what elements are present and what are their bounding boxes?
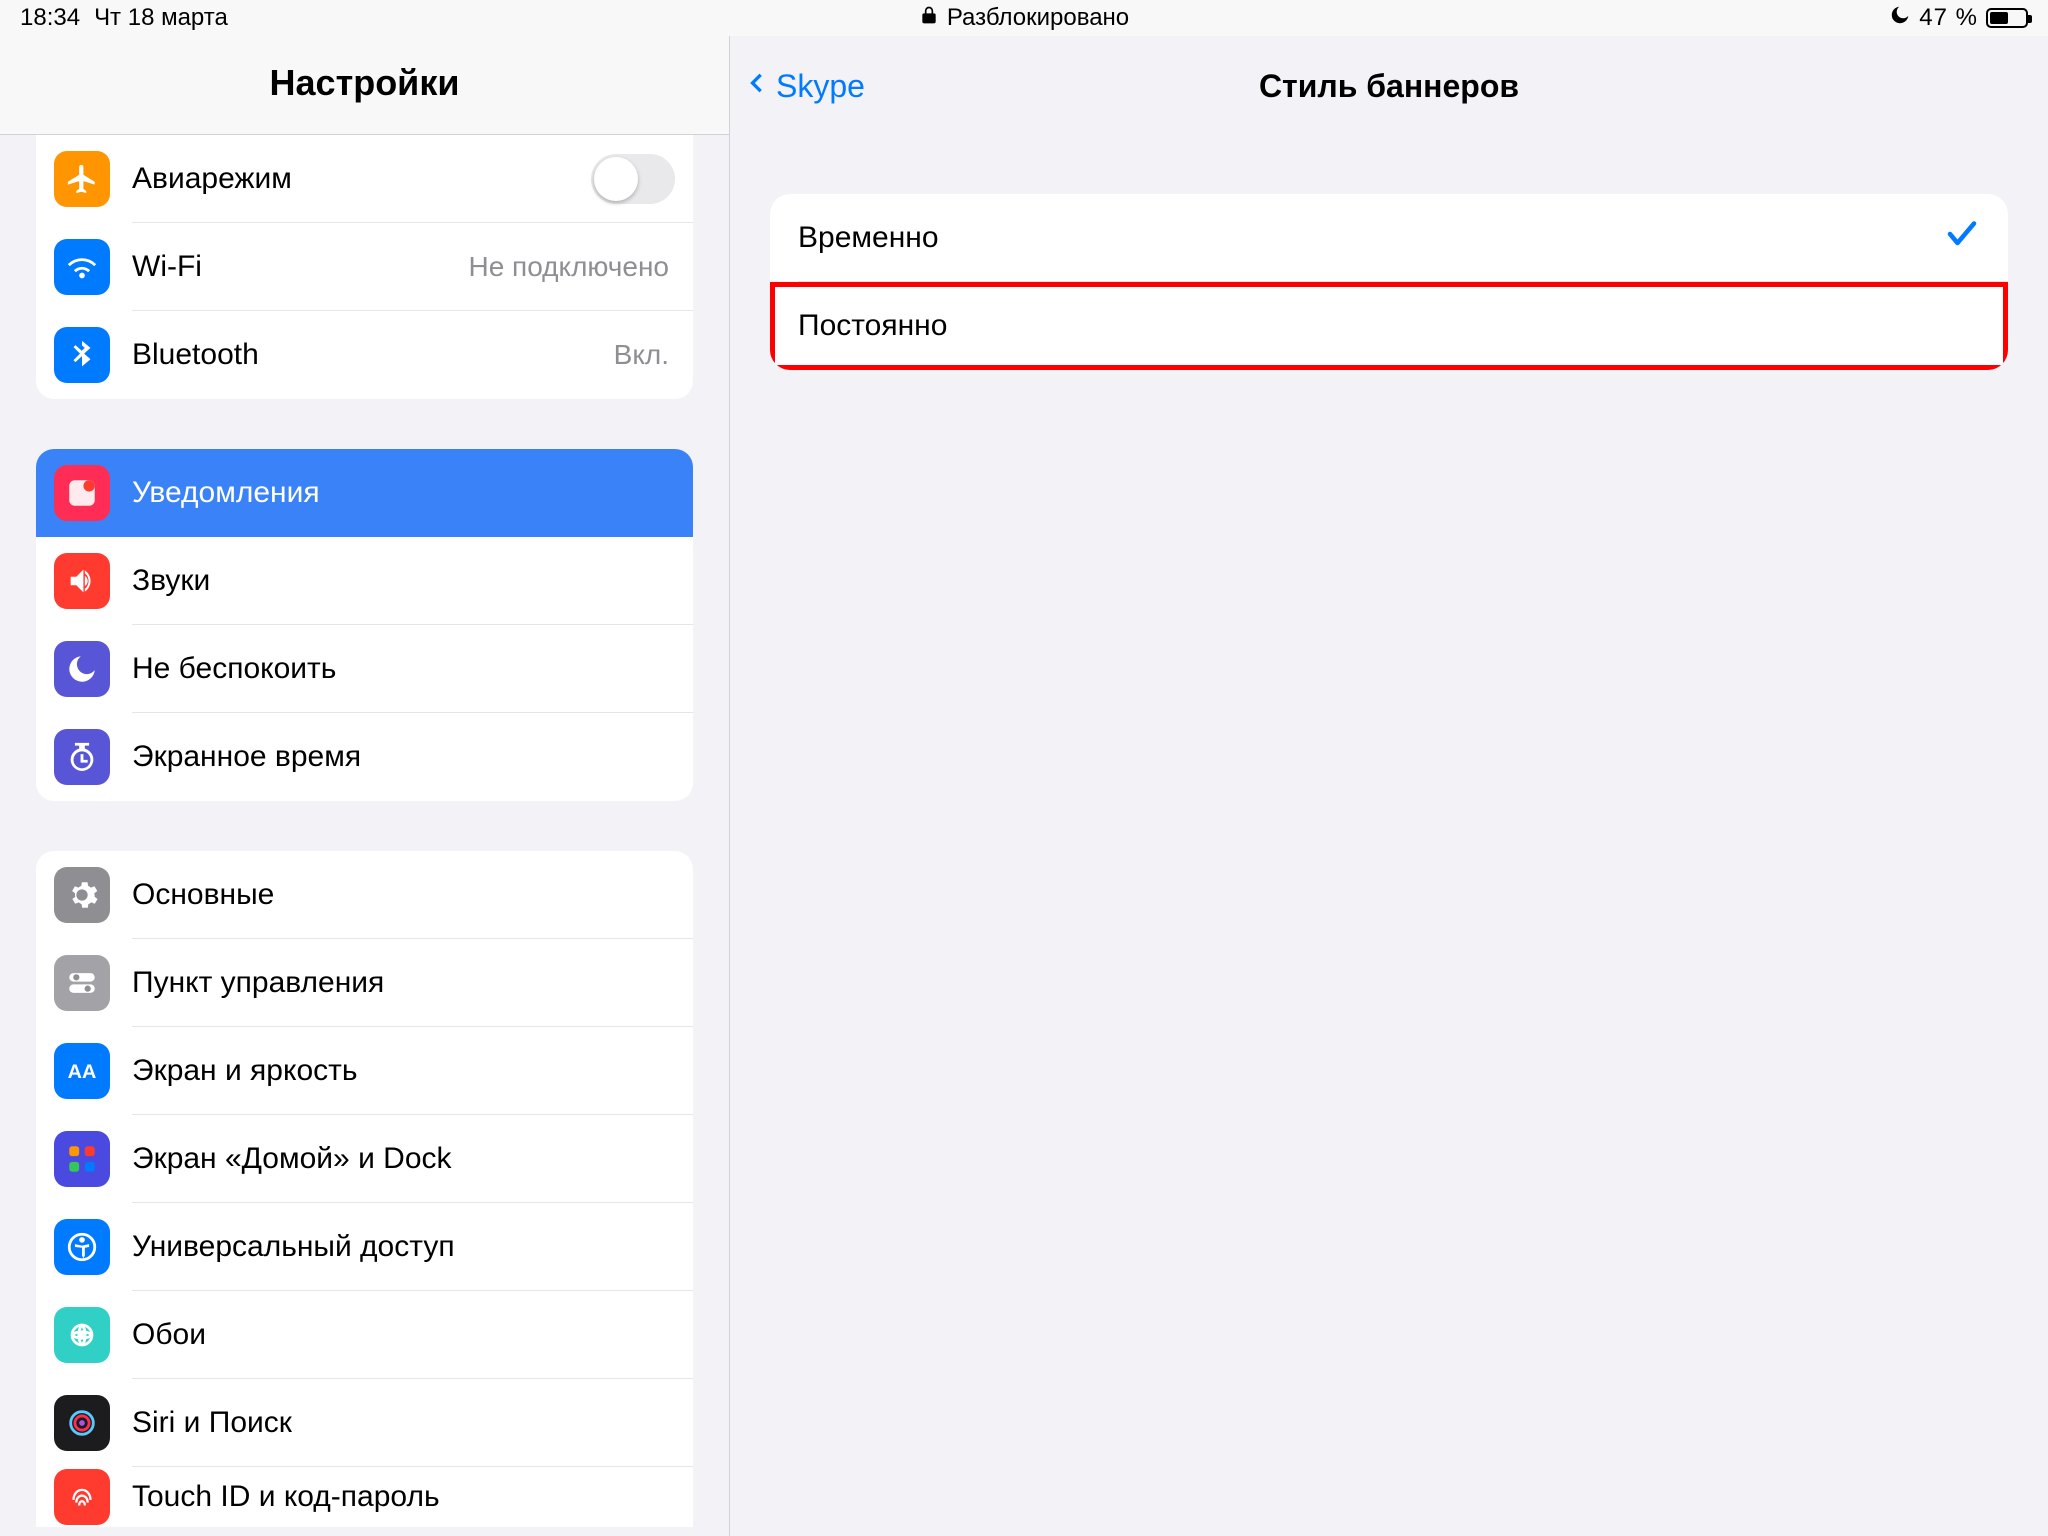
gear-icon (54, 867, 110, 923)
group-general: Основные Пункт управления AA Экран и ярк… (36, 851, 693, 1527)
row-sounds[interactable]: Звуки (36, 537, 693, 625)
group-connectivity: Авиарежим Wi-Fi Не подключено B (36, 135, 693, 399)
settings-sidebar: Настройки Авиарежим Wi-Fi Не подключен (0, 36, 730, 1536)
chevron-left-icon (742, 63, 770, 110)
row-label: Bluetooth (132, 338, 614, 372)
back-button[interactable]: Skype (730, 63, 865, 110)
row-label: Экранное время (132, 740, 675, 774)
home-icon (54, 1131, 110, 1187)
row-label: Wi-Fi (132, 250, 468, 284)
row-airplane[interactable]: Авиарежим (36, 135, 693, 223)
siri-icon (54, 1395, 110, 1451)
battery-text: 47 % (1919, 4, 1978, 32)
status-bar: 18:34 Чт 18 марта Разблокировано 47 % (0, 0, 2048, 36)
row-siri[interactable]: Siri и Поиск (36, 1379, 693, 1467)
row-label: Звуки (132, 564, 675, 598)
row-dnd[interactable]: Не беспокоить (36, 625, 693, 713)
dnd-moon-icon (1889, 4, 1911, 33)
bluetooth-detail: Вкл. (614, 339, 669, 371)
row-label: Универсальный доступ (132, 1230, 675, 1264)
row-label: Основные (132, 878, 675, 912)
banner-style-options: Временно Постоянно (770, 194, 2008, 370)
row-label: Пункт управления (132, 966, 675, 1000)
detail-title: Стиль баннеров (730, 68, 2048, 105)
row-label: Siri и Поиск (132, 1406, 675, 1440)
status-date: Чт 18 марта (94, 4, 228, 32)
touchid-icon (54, 1469, 110, 1525)
row-general[interactable]: Основные (36, 851, 693, 939)
option-label: Постоянно (798, 309, 947, 343)
row-label: Экран и яркость (132, 1054, 675, 1088)
row-label: Уведомления (132, 476, 675, 510)
display-icon: AA (54, 1043, 110, 1099)
notifications-icon (54, 465, 110, 521)
lock-icon (919, 5, 939, 31)
row-label: Touch ID и код-пароль (132, 1480, 675, 1514)
row-control-center[interactable]: Пункт управления (36, 939, 693, 1027)
checkmark-icon (1944, 216, 1980, 260)
row-screentime[interactable]: Экранное время (36, 713, 693, 801)
bluetooth-icon (54, 327, 110, 383)
control-center-icon (54, 955, 110, 1011)
status-unlocked-text: Разблокировано (947, 4, 1129, 32)
row-home[interactable]: Экран «Домой» и Dock (36, 1115, 693, 1203)
group-notifications: Уведомления Звуки Не беспокоить (36, 449, 693, 801)
settings-title: Настройки (0, 36, 729, 135)
row-display[interactable]: AA Экран и яркость (36, 1027, 693, 1115)
svg-text:AA: AA (68, 1061, 97, 1083)
option-label: Временно (798, 221, 939, 255)
status-time: 18:34 (20, 4, 80, 32)
row-wallpaper[interactable]: Обои (36, 1291, 693, 1379)
row-bluetooth[interactable]: Bluetooth Вкл. (36, 311, 693, 399)
screentime-icon (54, 729, 110, 785)
row-wifi[interactable]: Wi-Fi Не подключено (36, 223, 693, 311)
row-label: Экран «Домой» и Dock (132, 1142, 675, 1176)
wifi-icon (54, 239, 110, 295)
dnd-icon (54, 641, 110, 697)
back-label: Skype (776, 68, 865, 105)
row-label: Не беспокоить (132, 652, 675, 686)
option-persistent[interactable]: Постоянно (770, 282, 2008, 370)
row-touchid[interactable]: Touch ID и код-пароль (36, 1467, 693, 1527)
battery-icon (1986, 8, 2028, 28)
accessibility-icon (54, 1219, 110, 1275)
detail-pane: Skype Стиль баннеров Временно Постоянно (730, 36, 2048, 1536)
sounds-icon (54, 553, 110, 609)
wifi-detail: Не подключено (468, 251, 669, 283)
wallpaper-icon (54, 1307, 110, 1363)
row-notifications[interactable]: Уведомления (36, 449, 693, 537)
airplane-switch[interactable] (591, 154, 675, 204)
row-label: Обои (132, 1318, 675, 1352)
row-label: Авиарежим (132, 162, 591, 196)
option-temporary[interactable]: Временно (770, 194, 2008, 282)
row-accessibility[interactable]: Универсальный доступ (36, 1203, 693, 1291)
detail-header: Skype Стиль баннеров (730, 36, 2048, 136)
airplane-icon (54, 151, 110, 207)
